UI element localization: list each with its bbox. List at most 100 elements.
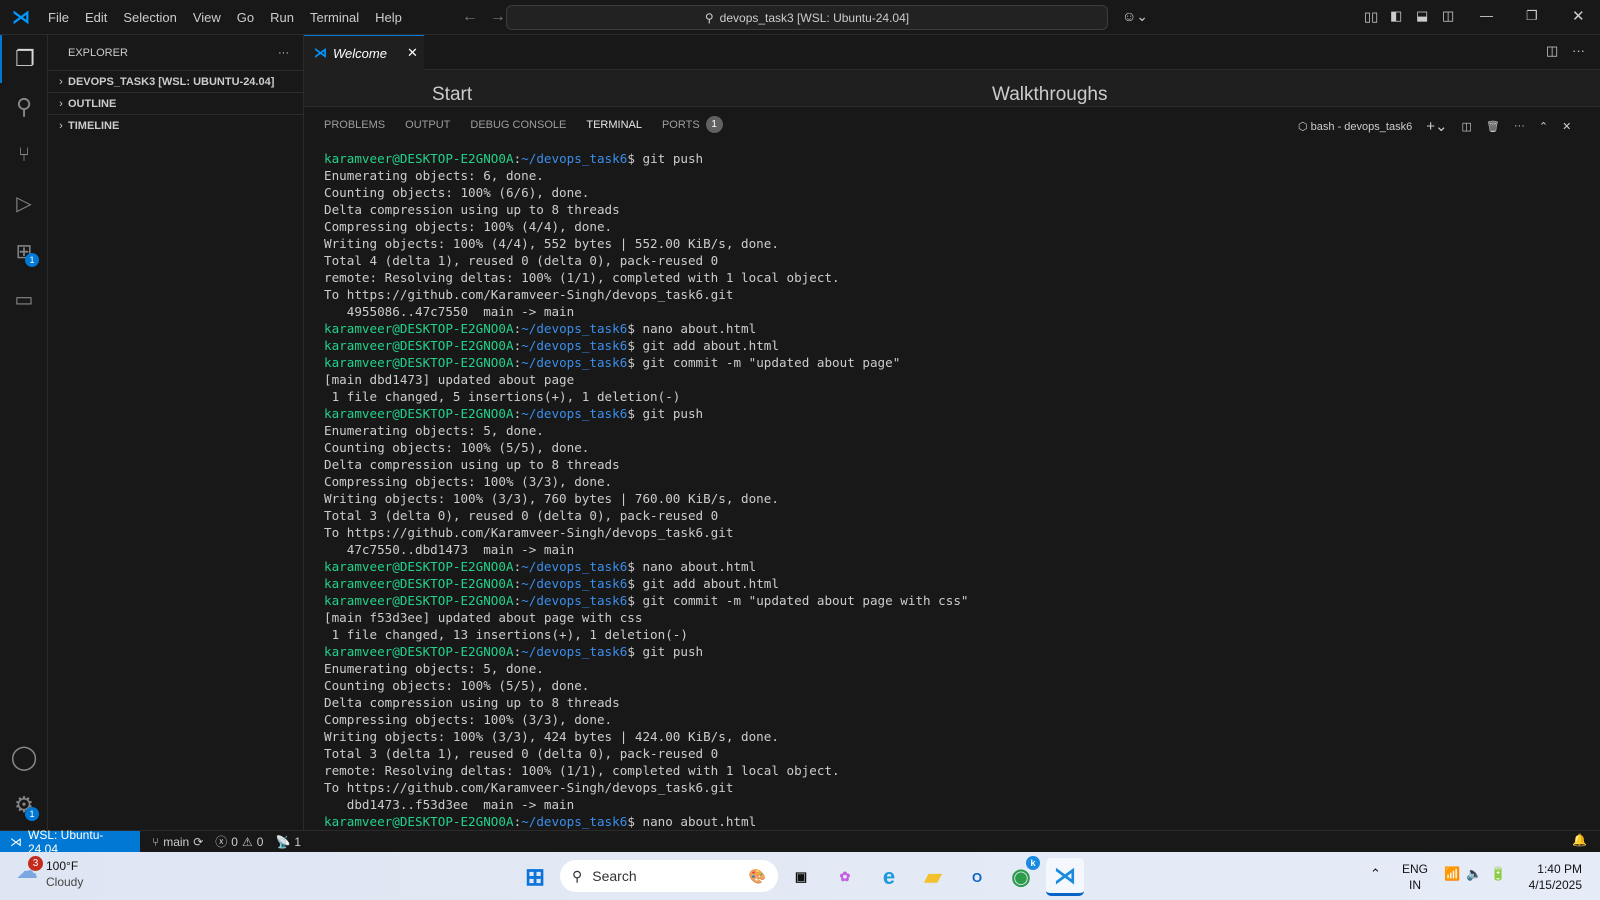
start-button[interactable]: ⊞: [516, 858, 554, 896]
maximize-panel-icon[interactable]: ⌃: [1539, 120, 1548, 133]
command: git add about.html: [642, 576, 779, 591]
welcome-page: Start Walkthroughs: [304, 70, 1600, 106]
weather-widget[interactable]: ☁ 3 100°F Cloudy: [16, 856, 83, 890]
new-terminal-icon[interactable]: +⌄: [1426, 117, 1447, 135]
source-control-icon[interactable]: ⑂: [0, 131, 48, 179]
toggle-secondary-sidebar-icon[interactable]: ◫: [1442, 8, 1454, 24]
palette-icon: 🎨: [748, 867, 766, 884]
sync-icon[interactable]: ⟳: [193, 835, 203, 849]
minimize-icon[interactable]: —: [1480, 8, 1493, 23]
split-editor-icon[interactable]: ◫: [1546, 43, 1558, 59]
menu-selection[interactable]: Selection: [115, 10, 184, 25]
error-icon: ⓧ: [215, 835, 228, 849]
menu-help[interactable]: Help: [367, 10, 410, 25]
edge-icon[interactable]: e: [870, 858, 908, 896]
customize-layout-icon[interactable]: ▯▯: [1364, 9, 1378, 25]
extensions-icon[interactable]: ⊞ 1: [0, 227, 48, 275]
restore-icon[interactable]: ❐: [1526, 8, 1538, 24]
more-actions-icon[interactable]: ···: [1572, 43, 1585, 58]
vscode-taskbar-icon[interactable]: ⋊: [1046, 858, 1084, 896]
wifi-icon[interactable]: 📶: [1444, 866, 1460, 882]
remote-explorer-icon[interactable]: ▭: [0, 275, 48, 323]
remote-indicator[interactable]: ⋊ WSL: Ubuntu-24.04: [0, 828, 140, 856]
command: git add about.html: [642, 338, 779, 353]
command: git push: [642, 151, 704, 166]
terminal-prompt-line: karamveer@DESKTOP-E2GNO0A:~/devops_task6…: [324, 338, 779, 353]
tab-output[interactable]: OUTPUT: [405, 107, 450, 143]
terminal-prompt-line: karamveer@DESKTOP-E2GNO0A:~/devops_task6…: [324, 406, 704, 421]
tab-ports[interactable]: PORTS 1: [662, 107, 723, 143]
language-indicator[interactable]: ENG IN: [1402, 861, 1428, 893]
chrome-icon[interactable]: ◉ k: [1002, 856, 1040, 896]
chevron-right-icon: ›: [59, 97, 63, 110]
outlook-icon[interactable]: O: [958, 858, 996, 896]
menu-run[interactable]: Run: [262, 10, 302, 25]
menu-terminal[interactable]: Terminal: [302, 10, 367, 25]
vscode-icon: ⋊: [314, 45, 327, 60]
taskbar-search[interactable]: ⚲ Search 🎨: [560, 860, 778, 892]
prompt-path: ~/devops_task6: [521, 338, 628, 353]
menu-edit[interactable]: Edit: [77, 10, 115, 25]
kill-terminal-icon[interactable]: 🗑: [1486, 120, 1500, 133]
terminal-output[interactable]: karamveer@DESKTOP-E2GNO0A:~/devops_task6…: [304, 142, 1600, 830]
clock[interactable]: 1:40 PM 4/15/2025: [1520, 861, 1582, 893]
split-terminal-icon[interactable]: ◫: [1462, 120, 1472, 133]
problems-indicator[interactable]: ⓧ 0 ⚠ 0: [215, 833, 263, 850]
terminal-prompt-line: karamveer@DESKTOP-E2GNO0A:~/devops_task6…: [324, 593, 969, 608]
search-icon[interactable]: ⚲: [0, 83, 48, 131]
menu-view[interactable]: View: [185, 10, 229, 25]
terminal-output-line: Compressing objects: 100% (4/4), done.: [324, 219, 613, 234]
command-center-search[interactable]: ⚲ devops_task3 [WSL: Ubuntu-24.04]: [506, 5, 1108, 30]
section-workspace[interactable]: › DEVOPS_TASK3 [WSL: UBUNTU-24.04]: [48, 70, 303, 92]
terminal-instance[interactable]: ⬡ bash - devops_task6: [1298, 120, 1412, 133]
chevron-right-icon: ›: [59, 119, 63, 132]
command: nano about.html: [642, 814, 757, 829]
prompt-path: ~/devops_task6: [521, 406, 628, 421]
account-icon[interactable]: ◯: [0, 733, 48, 781]
section-outline[interactable]: › OUTLINE: [48, 92, 303, 114]
prompt-path: ~/devops_task6: [521, 355, 628, 370]
battery-icon[interactable]: 🔋: [1490, 866, 1506, 882]
task-view-icon[interactable]: ▣: [782, 858, 820, 896]
chevron-right-icon: ›: [59, 75, 63, 88]
terminal-output-line: To https://github.com/Karamveer-Singh/de…: [324, 287, 734, 302]
forward-arrow-icon[interactable]: →: [490, 8, 506, 26]
branch-icon: ⑂: [152, 834, 160, 849]
close-panel-icon[interactable]: ✕: [1562, 120, 1571, 133]
close-window-icon[interactable]: ✕: [1572, 7, 1585, 25]
notifications-bell-icon[interactable]: 🔔: [1572, 833, 1587, 847]
terminal-prompt-line: karamveer@DESKTOP-E2GNO0A:~/devops_task6…: [324, 644, 704, 659]
tab-debug-console[interactable]: DEBUG CONSOLE: [470, 107, 566, 143]
terminal-icon: ⬡: [1298, 120, 1311, 133]
menu-file[interactable]: File: [40, 10, 77, 25]
file-explorer-icon[interactable]: ▰: [914, 858, 952, 896]
toggle-sidebar-icon[interactable]: ◧: [1390, 8, 1402, 24]
terminal-output-line: 4955086..47c7550 main -> main: [324, 304, 575, 319]
copilot-icon[interactable]: ☺⌄: [1122, 8, 1148, 25]
toggle-panel-icon[interactable]: ⬓: [1416, 8, 1428, 24]
tab-problems[interactable]: PROBLEMS: [324, 107, 385, 143]
close-tab-icon[interactable]: ✕: [407, 45, 418, 61]
terminal-prompt-line: karamveer@DESKTOP-E2GNO0A:~/devops_task6…: [324, 321, 757, 336]
terminal-output-line: Writing objects: 100% (4/4), 552 bytes |…: [324, 236, 779, 251]
prompt-path: ~/devops_task6: [521, 559, 628, 574]
run-debug-icon[interactable]: ▷: [0, 179, 48, 227]
tab-terminal[interactable]: TERMINAL: [586, 119, 642, 143]
more-actions-icon[interactable]: ···: [1514, 120, 1525, 132]
command: git push: [642, 406, 704, 421]
tab-welcome[interactable]: ⋊ Welcome ✕: [304, 35, 424, 70]
branch-indicator[interactable]: ⑂ main ⟳: [152, 835, 203, 849]
show-hidden-icons-chevron[interactable]: ⌃: [1370, 866, 1381, 882]
explorer-icon[interactable]: ❐: [0, 35, 48, 83]
copilot-app-icon[interactable]: ✿: [826, 858, 864, 896]
prompt-path: ~/devops_task6: [521, 321, 628, 336]
vscode-logo-icon: ⋊: [12, 6, 30, 27]
settings-gear-icon[interactable]: ⚙ 1: [0, 781, 48, 829]
menu-go[interactable]: Go: [229, 10, 262, 25]
ports-indicator[interactable]: 📡 1: [275, 835, 301, 849]
volume-icon[interactable]: 🔈: [1466, 866, 1482, 882]
warning-icon: ⚠: [241, 834, 253, 849]
back-arrow-icon[interactable]: ←: [462, 8, 478, 26]
more-actions-icon[interactable]: ···: [278, 47, 289, 59]
section-timeline[interactable]: › TIMELINE: [48, 114, 303, 136]
